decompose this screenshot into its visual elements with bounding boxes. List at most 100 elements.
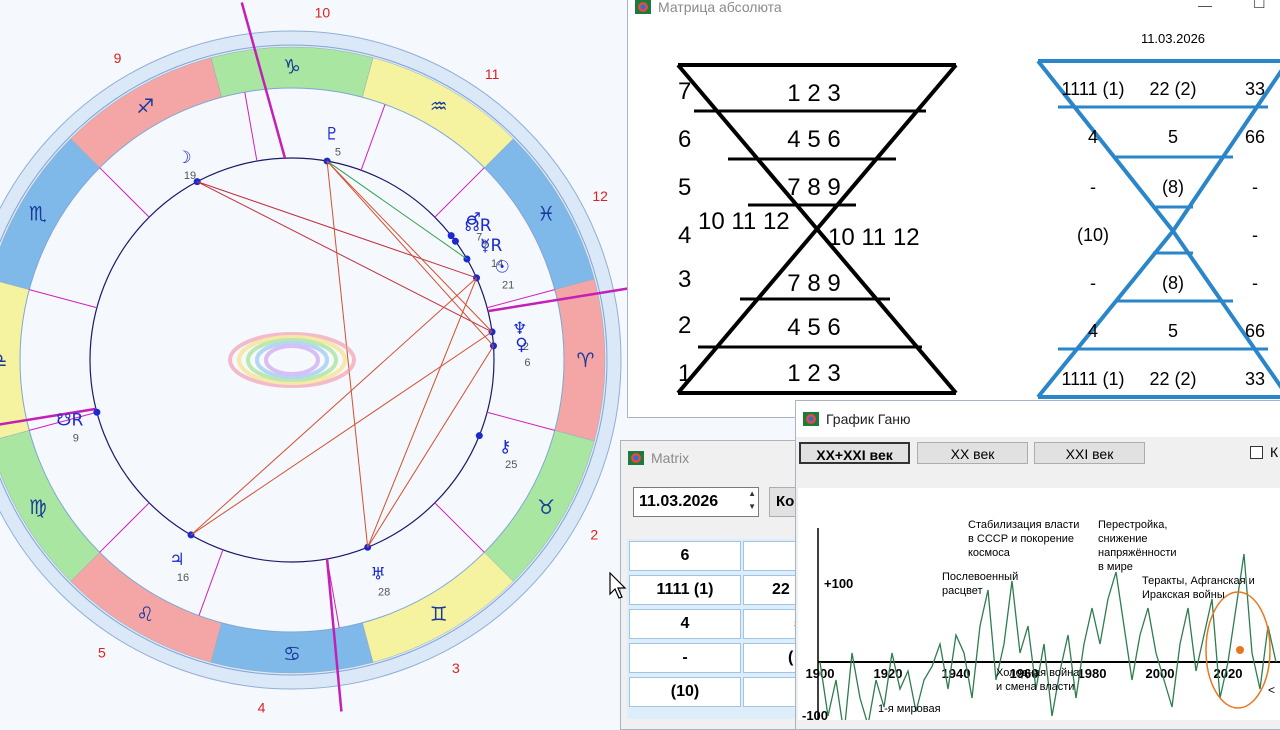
natal-chart-wheel[interactable]: ♐♑♒♓♈♉♊♋♌♍♎♏101112123456789☽19♇5♂7☊R9☿R1…: [0, 0, 645, 720]
matrix-cell-value: 66: [1245, 321, 1265, 341]
matrix-cell-value: 1111 (1): [1061, 369, 1124, 389]
hourglass-row-text: 7 8 9: [787, 270, 840, 297]
planet-glyph[interactable]: ☽: [176, 148, 191, 168]
gann-annotation-line: расцвет: [942, 585, 983, 597]
zodiac-sign-icon: ♏: [29, 201, 47, 225]
zodiac-sign-icon: ♋: [283, 642, 301, 666]
gann-annotation-line: Иракская войны: [1142, 589, 1225, 601]
hourglass-row-text: 1 2 3: [787, 80, 840, 107]
matrix-cell-value: (8): [1162, 177, 1184, 197]
hourglass-row-text: 1 2 3: [787, 360, 840, 387]
planet-glyph[interactable]: ☉: [494, 257, 509, 277]
hourglass-row-text: 7 8 9: [787, 174, 840, 201]
matrix-cell-value: (8): [1162, 273, 1184, 293]
gann-annotation-line: Стабилизация власти: [968, 519, 1079, 531]
house-number: 5: [98, 645, 106, 661]
matrix-cell-value: -: [1090, 177, 1096, 197]
planet-glyph[interactable]: ☊R: [465, 216, 492, 236]
row-number-label: 1: [678, 360, 691, 387]
row-number-label: 3: [678, 266, 691, 293]
inner-circle: [89, 157, 495, 563]
matrix-absolute-window[interactable]: Матрица абсолюта — ☐ 76543211 2 34 5 67 …: [627, 0, 1280, 418]
matrix-cell-value: 5: [1168, 321, 1178, 341]
century-20-button[interactable]: XX век: [917, 442, 1028, 464]
y-tick-label: -100: [802, 708, 828, 720]
zodiac-sign-icon: ♊: [430, 602, 448, 626]
grid-cell: 1111 (1): [629, 575, 741, 605]
row-number-label: 2: [678, 312, 691, 339]
gann-titlebar[interactable]: График Ганю: [796, 401, 1280, 437]
gann-annotation-line: в мире: [1098, 561, 1133, 573]
matrix-date: 11.03.2026: [1141, 31, 1205, 46]
house-number: 9: [114, 50, 122, 66]
mid-left-text: 10 11 12: [698, 208, 790, 235]
matrix-cell-value: 22 (2): [1149, 79, 1196, 99]
grid-cell: 6: [629, 541, 741, 571]
planet-degree: 21: [502, 279, 514, 291]
planet-degree: 16: [177, 572, 189, 584]
matrix-cell-value: -: [1090, 273, 1096, 293]
house-number: 10: [315, 4, 331, 20]
natal-chart-panel: ♐♑♒♓♈♉♊♋♌♍♎♏101112123456789☽19♇5♂7☊R9☿R1…: [0, 0, 645, 720]
planet-marker: [451, 237, 459, 245]
gann-annotation-line: космоса: [968, 547, 1011, 559]
checkbox-option[interactable]: [1250, 446, 1263, 459]
gann-title: График Ганю: [826, 411, 911, 427]
planet-glyph[interactable]: ♀: [515, 335, 527, 355]
matrix-cell-value: 4: [1088, 127, 1098, 147]
calculate-button-label: Ко: [776, 493, 795, 510]
planet-glyph[interactable]: ☋R: [56, 411, 83, 431]
matrix-titlebar[interactable]: Matrix: [621, 441, 819, 475]
checkbox-label: К: [1270, 444, 1279, 460]
zodiac-sign-icon: ♍: [29, 495, 47, 519]
planet-degree: 28: [378, 586, 390, 598]
gann-annotation-line: Послевоенный: [942, 571, 1018, 583]
arrow-text: <: [1268, 683, 1275, 697]
gann-annotation: Перестройка, снижение напряжённости в мире: [1098, 519, 1177, 573]
planet-degree: 9: [73, 433, 79, 445]
row-number-label: 6: [678, 126, 691, 153]
planet-glyph[interactable]: ♅: [371, 564, 386, 584]
matrix-cell-value: 33: [1245, 79, 1265, 99]
matrix-cell-value: (10): [1077, 225, 1109, 245]
planet-marker: [475, 432, 483, 440]
zodiac-sign-icon: ♉: [537, 495, 555, 519]
matrix-cell-value: 33: [1245, 369, 1265, 389]
zodiac-sign-icon: ♓: [537, 201, 555, 225]
matrix-cell-value: -: [1252, 273, 1258, 293]
matrix-cell-value: 5: [1168, 127, 1178, 147]
y-tick-label: +100: [824, 576, 853, 591]
zodiac-sign-icon: ♈: [577, 348, 595, 372]
planet-glyph[interactable]: ♃: [169, 550, 184, 570]
planet-degree: 6: [524, 357, 530, 369]
century-20-21-button[interactable]: XX+XXI век: [799, 442, 910, 464]
gann-annotation: Послевоенный расцвет: [942, 571, 1018, 597]
matrix-cell-value: 22 (2): [1149, 369, 1196, 389]
x-tick-label: 1980: [1078, 666, 1107, 681]
matrix-cell-value: 4: [1088, 321, 1098, 341]
matrix-cell-value: 1111 (1): [1061, 79, 1124, 99]
planet-glyph[interactable]: ♇: [324, 124, 339, 144]
planet-degree: 5: [335, 146, 341, 158]
century-21-button[interactable]: XXI век: [1034, 442, 1145, 464]
matrix-cell-value: 66: [1245, 127, 1265, 147]
grid-cell: 4: [629, 609, 741, 639]
grid-cell: (10): [629, 677, 741, 707]
spin-up-icon[interactable]: ▲: [748, 489, 756, 498]
gann-annotation: 1-я мировая: [878, 703, 941, 715]
planet-marker: [93, 408, 101, 416]
gann-annotation-line: Перестройка,: [1098, 519, 1167, 531]
planet-glyph[interactable]: ⚷: [499, 437, 511, 457]
x-tick-label: 1900: [806, 666, 835, 681]
gann-chart-plot: +100-10019001920194019601980200020202Пос…: [798, 488, 1280, 720]
date-input[interactable]: 11.03.2026 ▲ ▼: [633, 487, 759, 517]
house-number: 11: [485, 66, 500, 82]
house-number: 12: [592, 188, 608, 204]
house-number: 4: [258, 700, 266, 716]
planet-glyph[interactable]: ☿R: [480, 236, 502, 256]
spin-down-icon[interactable]: ▼: [748, 502, 756, 511]
row-number-label: 5: [678, 174, 691, 201]
matrix-window[interactable]: Matrix 11.03.2026 ▲ ▼ Ко 6 1111 (1) 4 - …: [620, 440, 820, 730]
app-logo-icon: [803, 412, 819, 426]
zodiac-sign-icon: ♎: [0, 348, 7, 372]
